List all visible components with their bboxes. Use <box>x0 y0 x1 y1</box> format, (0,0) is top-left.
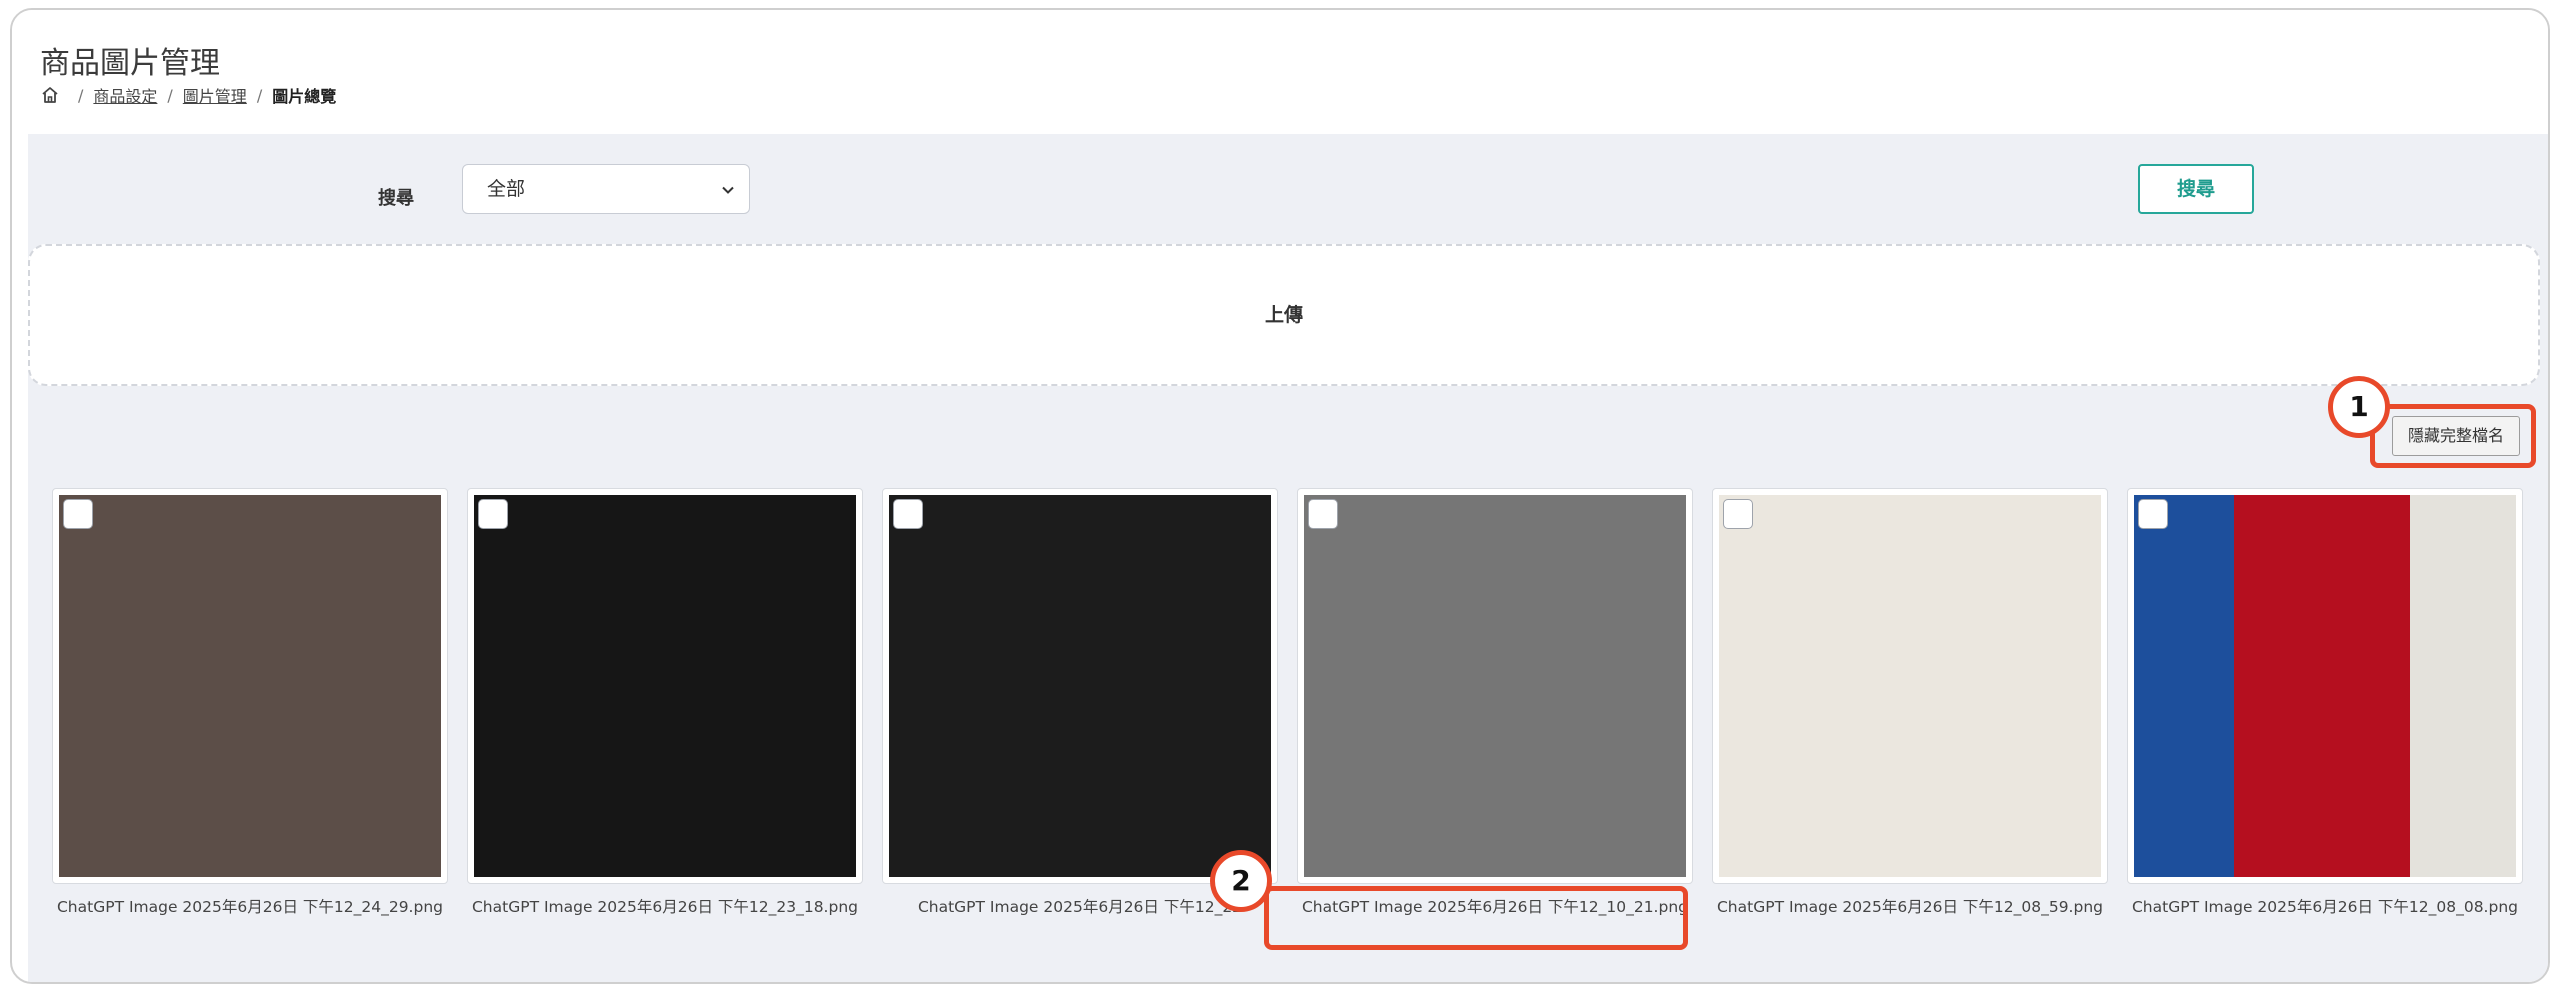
image-card[interactable]: ChatGPT Image 2025年6月26日 下午12_08_59.png <box>1712 488 2108 982</box>
image-card[interactable]: ChatGPT Image 2025年6月26日 下午12_22 <box>882 488 1278 982</box>
select-checkbox[interactable] <box>1723 499 1753 529</box>
search-select-value: 全部 <box>487 178 526 200</box>
image-thumbnail-frame <box>2127 488 2523 884</box>
breadcrumb: / 商品設定 / 圖片管理 / 圖片總覽 <box>40 83 336 107</box>
breadcrumb-separator: / <box>256 85 263 105</box>
image-card[interactable]: ChatGPT Image 2025年6月26日 下午12_23_18.png <box>467 488 863 982</box>
highlight-box-1 <box>2370 404 2536 468</box>
image-thumbnail[interactable] <box>1304 495 1686 877</box>
select-checkbox[interactable] <box>63 499 93 529</box>
image-card[interactable]: ChatGPT Image 2025年6月26日 下午12_08_08.png <box>2127 488 2523 982</box>
breadcrumb-image-management[interactable]: 圖片管理 <box>183 83 247 107</box>
image-thumbnail-frame <box>52 488 448 884</box>
image-filename: ChatGPT Image 2025年6月26日 下午12_24_29.png <box>56 898 443 916</box>
search-button[interactable]: 搜尋 <box>2138 164 2254 214</box>
image-thumbnail[interactable] <box>2134 495 2516 877</box>
page-title: 商品圖片管理 <box>40 46 220 81</box>
image-filename: ChatGPT Image 2025年6月26日 下午12_23_18.png <box>471 898 858 916</box>
app-frame: 商品圖片管理 / 商品設定 / 圖片管理 / 圖片總覽 搜尋 全部 搜尋 上傳 … <box>10 8 2550 984</box>
annotation-badge-2: 2 <box>1210 850 1272 912</box>
image-thumbnail-frame <box>467 488 863 884</box>
select-checkbox[interactable] <box>893 499 923 529</box>
home-icon[interactable] <box>40 85 60 105</box>
breadcrumb-separator: / <box>78 85 84 105</box>
chevron-down-icon <box>722 186 734 194</box>
main-content: 搜尋 全部 搜尋 上傳 隱藏完整檔名 1 ChatGPT Image 2025年… <box>28 134 2548 982</box>
image-filename: ChatGPT Image 2025年6月26日 下午12_08_59.png <box>1716 898 2103 916</box>
highlight-box-2 <box>1264 886 1688 950</box>
image-thumbnail[interactable] <box>474 495 856 877</box>
image-thumbnail-frame <box>882 488 1278 884</box>
image-card[interactable]: ChatGPT Image 2025年6月26日 下午12_24_29.png <box>52 488 448 982</box>
upload-dropzone[interactable]: 上傳 <box>28 244 2540 386</box>
image-filename: ChatGPT Image 2025年6月26日 下午12_08_08.png <box>2131 898 2518 916</box>
image-thumbnail-frame <box>1297 488 1693 884</box>
image-thumbnail-frame <box>1712 488 2108 884</box>
image-thumbnail[interactable] <box>59 495 441 877</box>
select-checkbox[interactable] <box>2138 499 2168 529</box>
search-label: 搜尋 <box>378 188 414 209</box>
breadcrumb-product-settings[interactable]: 商品設定 <box>93 83 157 107</box>
search-row: 搜尋 全部 搜尋 <box>28 134 2548 234</box>
breadcrumb-image-overview: 圖片總覽 <box>272 87 337 106</box>
breadcrumb-separator: / <box>167 85 173 105</box>
page-header: 商品圖片管理 / 商品設定 / 圖片管理 / 圖片總覽 <box>12 10 2548 134</box>
search-select[interactable]: 全部 <box>462 164 750 214</box>
annotation-badge-1: 1 <box>2328 376 2390 438</box>
select-checkbox[interactable] <box>1308 499 1338 529</box>
image-thumbnail[interactable] <box>1719 495 2101 877</box>
select-checkbox[interactable] <box>478 499 508 529</box>
image-thumbnail[interactable] <box>889 495 1271 877</box>
